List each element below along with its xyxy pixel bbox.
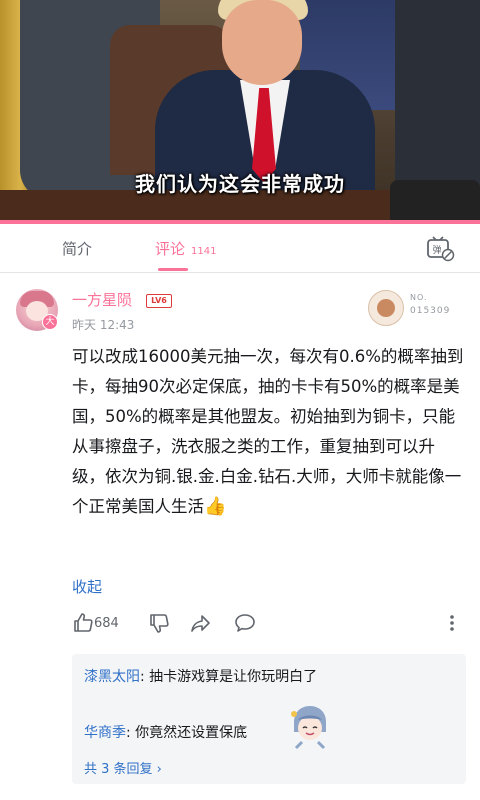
collapse-link[interactable]: 收起: [72, 576, 102, 597]
more-options-button[interactable]: [446, 612, 458, 636]
comment-bubble-icon: [235, 614, 255, 632]
video-subtitle: 我们认为这会非常成功: [135, 172, 345, 196]
comment-actions: 684: [72, 612, 472, 638]
comment-text: 可以改成16000美元抽一次，每次有0.6%的概率抽到卡，每抽90次必定保底，抽…: [72, 347, 464, 516]
thumbs-up-icon: [74, 613, 93, 632]
comment-username[interactable]: 一方星陨: [72, 289, 132, 310]
reply-separator: :: [140, 669, 150, 685]
tab-intro[interactable]: 简介: [62, 238, 92, 259]
fan-badge-icon[interactable]: [368, 290, 404, 326]
comment-body: 可以改成16000美元抽一次，每次有0.6%的概率抽到卡，每抽90次必定保底，抽…: [72, 342, 466, 522]
reply-text: 你竟然还设置保底: [135, 725, 248, 741]
more-vertical-icon: [450, 615, 454, 631]
view-all-replies-link[interactable]: 共 3 条回复 ›: [84, 758, 162, 777]
dislike-button[interactable]: [148, 612, 170, 636]
video-frame-head: [222, 0, 302, 85]
fan-badge-face: [377, 299, 395, 317]
danmaku-toggle-icon[interactable]: 弹: [424, 234, 456, 264]
level-badge: LV6: [146, 294, 172, 308]
comment-timestamp: 昨天 12:43: [72, 318, 135, 332]
anime-sticker-icon: [286, 702, 334, 750]
like-button[interactable]: [72, 612, 94, 636]
tab-active-indicator: [158, 268, 188, 271]
reply-separator: :: [126, 725, 136, 741]
video-player[interactable]: 我们认为这会非常成功: [0, 0, 480, 224]
reply-username[interactable]: 华商季: [84, 725, 126, 741]
reply-item[interactable]: 漆黑太阳: 抽卡游戏算是让你玩明白了: [84, 666, 317, 686]
thumbs-up-emoji: 👍: [204, 496, 227, 517]
share-icon: [191, 615, 210, 632]
tab-bar: 简介 评论 1141: [0, 224, 480, 273]
avatar-badge: 大: [42, 314, 58, 330]
reply-username[interactable]: 漆黑太阳: [84, 669, 140, 685]
tab-comments-label: 评论: [155, 240, 186, 258]
fan-badge-label: NO.: [410, 293, 428, 302]
comment-count: 1141: [191, 246, 217, 257]
like-count: 684: [94, 616, 119, 631]
share-button[interactable]: [190, 612, 212, 636]
reply-text: 抽卡游戏算是让你玩明白了: [149, 669, 318, 685]
fan-badge-number: 015309: [410, 306, 451, 316]
svg-text:弹: 弹: [433, 244, 442, 256]
reply-item[interactable]: 华商季: 你竟然还设置保底: [84, 722, 247, 742]
reply-preview-box[interactable]: 漆黑太阳: 抽卡游戏算是让你玩明白了 华商季: 你竟然还设置保底 共 3 条回复…: [72, 654, 466, 784]
thumbs-down-icon: [150, 614, 169, 633]
tab-comments[interactable]: 评论 1141: [155, 238, 216, 259]
reply-button[interactable]: [234, 612, 256, 636]
